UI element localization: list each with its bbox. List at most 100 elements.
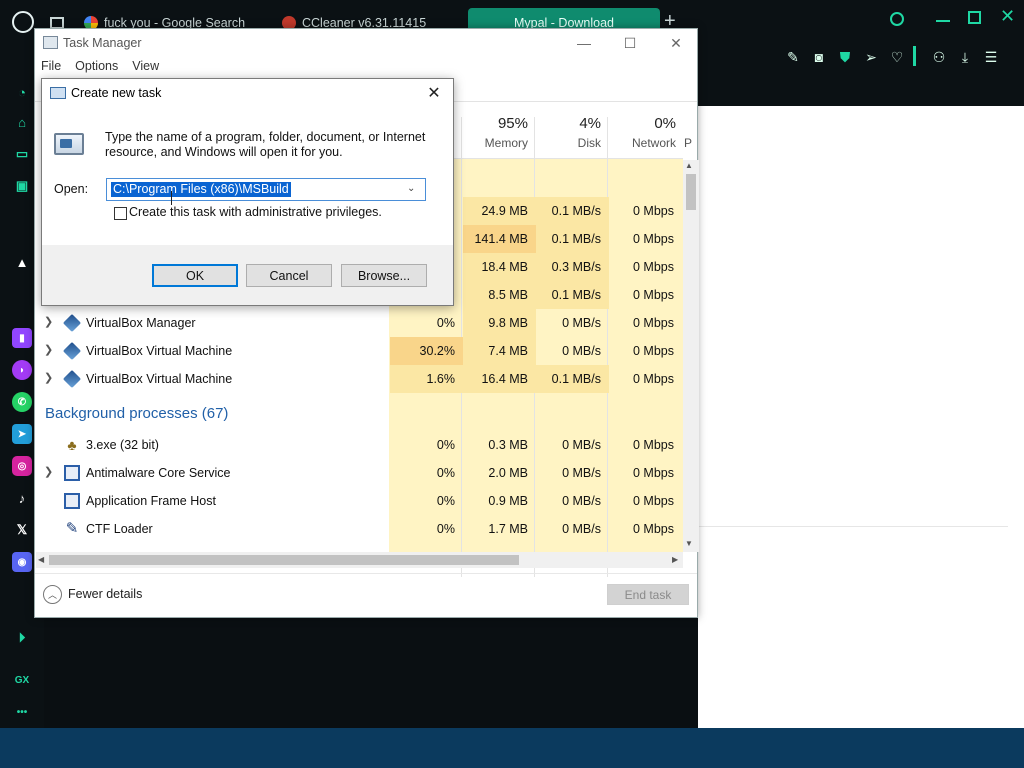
vpn-shield-icon[interactable]: ⛊ (836, 48, 854, 66)
profile-icon[interactable]: ⚇ (930, 48, 948, 66)
horizontal-scroll-thumb[interactable] (49, 555, 519, 565)
chevron-up-icon[interactable]: ︿ (43, 585, 62, 604)
more-icon[interactable]: ••• (12, 702, 32, 722)
column-memory[interactable]: 95% Memory (462, 115, 528, 150)
service-window-icon (64, 493, 80, 509)
admin-privileges-checkbox[interactable] (114, 207, 127, 220)
instagram-icon[interactable]: ◎ (12, 456, 32, 476)
network-cell: 0 Mbps (633, 522, 674, 536)
opera-logo-icon[interactable] (12, 11, 34, 33)
text-cursor-icon (171, 191, 172, 205)
table-row[interactable]: ❯ VirtualBox Virtual Machine 30.2% 7.4 M… (36, 337, 681, 365)
player-icon[interactable]: ⏵ (12, 628, 32, 648)
menu-options[interactable]: Options (75, 59, 118, 79)
ok-button[interactable]: OK (152, 264, 238, 287)
camera-icon[interactable]: ◙ (810, 48, 828, 66)
memory-cell: 2.0 MB (488, 466, 528, 480)
process-name: Application Frame Host (86, 494, 216, 508)
scroll-right-icon[interactable]: ▶ (672, 555, 678, 564)
minimize-icon[interactable]: — (561, 29, 607, 57)
end-task-button[interactable]: End task (607, 584, 689, 605)
memory-cell: 24.9 MB (463, 197, 536, 225)
run-program-icon (54, 129, 86, 159)
menu-bar: File Options View (35, 59, 159, 79)
twitch-display-icon[interactable]: ▭ (12, 144, 32, 164)
admin-privileges-label[interactable]: Create this task with administrative pri… (129, 205, 382, 219)
column-power[interactable]: P (684, 115, 696, 150)
close-icon[interactable]: ✕ (423, 83, 445, 103)
minimize-icon[interactable] (936, 20, 950, 22)
maximize-icon[interactable] (968, 11, 981, 24)
vertical-scroll-thumb[interactable] (686, 174, 696, 210)
chevron-down-icon[interactable]: ⌄ (407, 183, 415, 194)
process-name: Antimalware Core Service (86, 466, 231, 480)
close-icon[interactable]: ✕ (653, 29, 699, 57)
expand-chevron-icon[interactable]: ❯ (44, 465, 53, 478)
messenger-icon[interactable]: ◗ (12, 360, 32, 380)
telegram-icon[interactable]: ➤ (12, 424, 32, 444)
gx-control-icon[interactable]: ◔ (12, 82, 32, 102)
disk-cell: 0.3 MB/s (536, 253, 609, 281)
scroll-up-icon[interactable]: ▲ (685, 161, 693, 170)
cpu-cell: 0% (436, 466, 455, 480)
scroll-left-icon[interactable]: ◀ (38, 555, 44, 564)
table-row[interactable]: ✎ CTF Loader 0% 1.7 MB 0 MB/s 0 Mbps (36, 515, 681, 543)
mypal-icon[interactable]: ▣ (12, 176, 32, 196)
memory-percent: 95% (497, 115, 528, 132)
twitch-icon[interactable]: ▮ (12, 328, 32, 348)
close-icon[interactable]: ✕ (1000, 6, 1015, 27)
group-header-background: Background processes (67) (45, 405, 229, 422)
edit-icon[interactable]: ✎ (784, 48, 802, 66)
aria-icon[interactable]: ▲ (12, 252, 32, 272)
disk-cell: 0 MB/s (562, 438, 601, 452)
menu-icon[interactable]: ☰ (982, 48, 1000, 66)
fewer-details-link[interactable]: Fewer details (68, 587, 142, 601)
open-input-value[interactable]: C:\Program Files (x86)\MSBuild (111, 182, 291, 197)
process-name: CTF Loader (86, 522, 153, 536)
network-cell: 0 Mbps (633, 204, 674, 218)
heart-icon[interactable]: ♡ (888, 48, 906, 66)
menu-file[interactable]: File (41, 59, 61, 79)
table-row[interactable]: ❯ VirtualBox Manager 0% 9.8 MB 0 MB/s 0 … (36, 309, 681, 337)
gx-cleaner-icon[interactable]: ⌂ (12, 112, 32, 132)
network-cell: 0 Mbps (633, 372, 674, 386)
network-cell: 0 Mbps (633, 344, 674, 358)
search-tabs-icon[interactable] (890, 12, 904, 26)
table-row[interactable]: ❯ VirtualBox Virtual Machine 1.6% 16.4 M… (36, 365, 681, 393)
process-name: 3.exe (32 bit) (86, 438, 159, 452)
discord-icon[interactable]: ◉ (12, 552, 32, 572)
download-icon[interactable]: ⤓ (956, 48, 974, 66)
open-label: Open: (54, 182, 89, 196)
virtualbox-icon (62, 341, 82, 361)
column-disk[interactable]: 4% Disk (535, 115, 601, 150)
vertical-scrollbar[interactable] (683, 160, 699, 552)
process-name: VirtualBox Manager (86, 316, 196, 330)
table-row[interactable]: ❯ Antimalware Core Service 0% 2.0 MB 0 M… (36, 459, 681, 487)
memory-cell: 141.4 MB (463, 225, 536, 253)
open-combobox[interactable]: C:\Program Files (x86)\MSBuild ⌄ (106, 178, 426, 201)
disk-cell: 0 MB/s (562, 316, 601, 330)
memory-cell: 7.4 MB (463, 337, 536, 365)
whatsapp-icon[interactable]: ✆ (12, 392, 32, 412)
x-icon[interactable]: 𝕏 (12, 520, 32, 540)
cancel-button[interactable]: Cancel (246, 264, 332, 287)
cpu-cell: 30.2% (390, 337, 463, 365)
scroll-down-icon[interactable]: ▼ (685, 539, 693, 548)
service-window-icon (64, 465, 80, 481)
table-row[interactable]: Application Frame Host 0% 0.9 MB 0 MB/s … (36, 487, 681, 515)
virtualbox-icon (62, 369, 82, 389)
browse-button[interactable]: Browse... (341, 264, 427, 287)
expand-chevron-icon[interactable]: ❯ (44, 315, 53, 328)
send-icon[interactable]: ➢ (862, 48, 880, 66)
expand-chevron-icon[interactable]: ❯ (44, 343, 53, 356)
memory-cell: 8.5 MB (463, 281, 536, 309)
menu-view[interactable]: View (132, 59, 159, 79)
disk-cell: 0.1 MB/s (536, 365, 609, 393)
expand-chevron-icon[interactable]: ❯ (44, 371, 53, 384)
maximize-icon[interactable]: ☐ (607, 29, 653, 57)
table-row[interactable]: ♣ 3.exe (32 bit) 0% 0.3 MB 0 MB/s 0 Mbps (36, 431, 681, 459)
column-network[interactable]: 0% Network (608, 115, 676, 150)
network-cell: 0 Mbps (633, 288, 674, 302)
gx-label[interactable]: GX (12, 670, 32, 690)
tiktok-icon[interactable]: ♪ (12, 488, 32, 508)
